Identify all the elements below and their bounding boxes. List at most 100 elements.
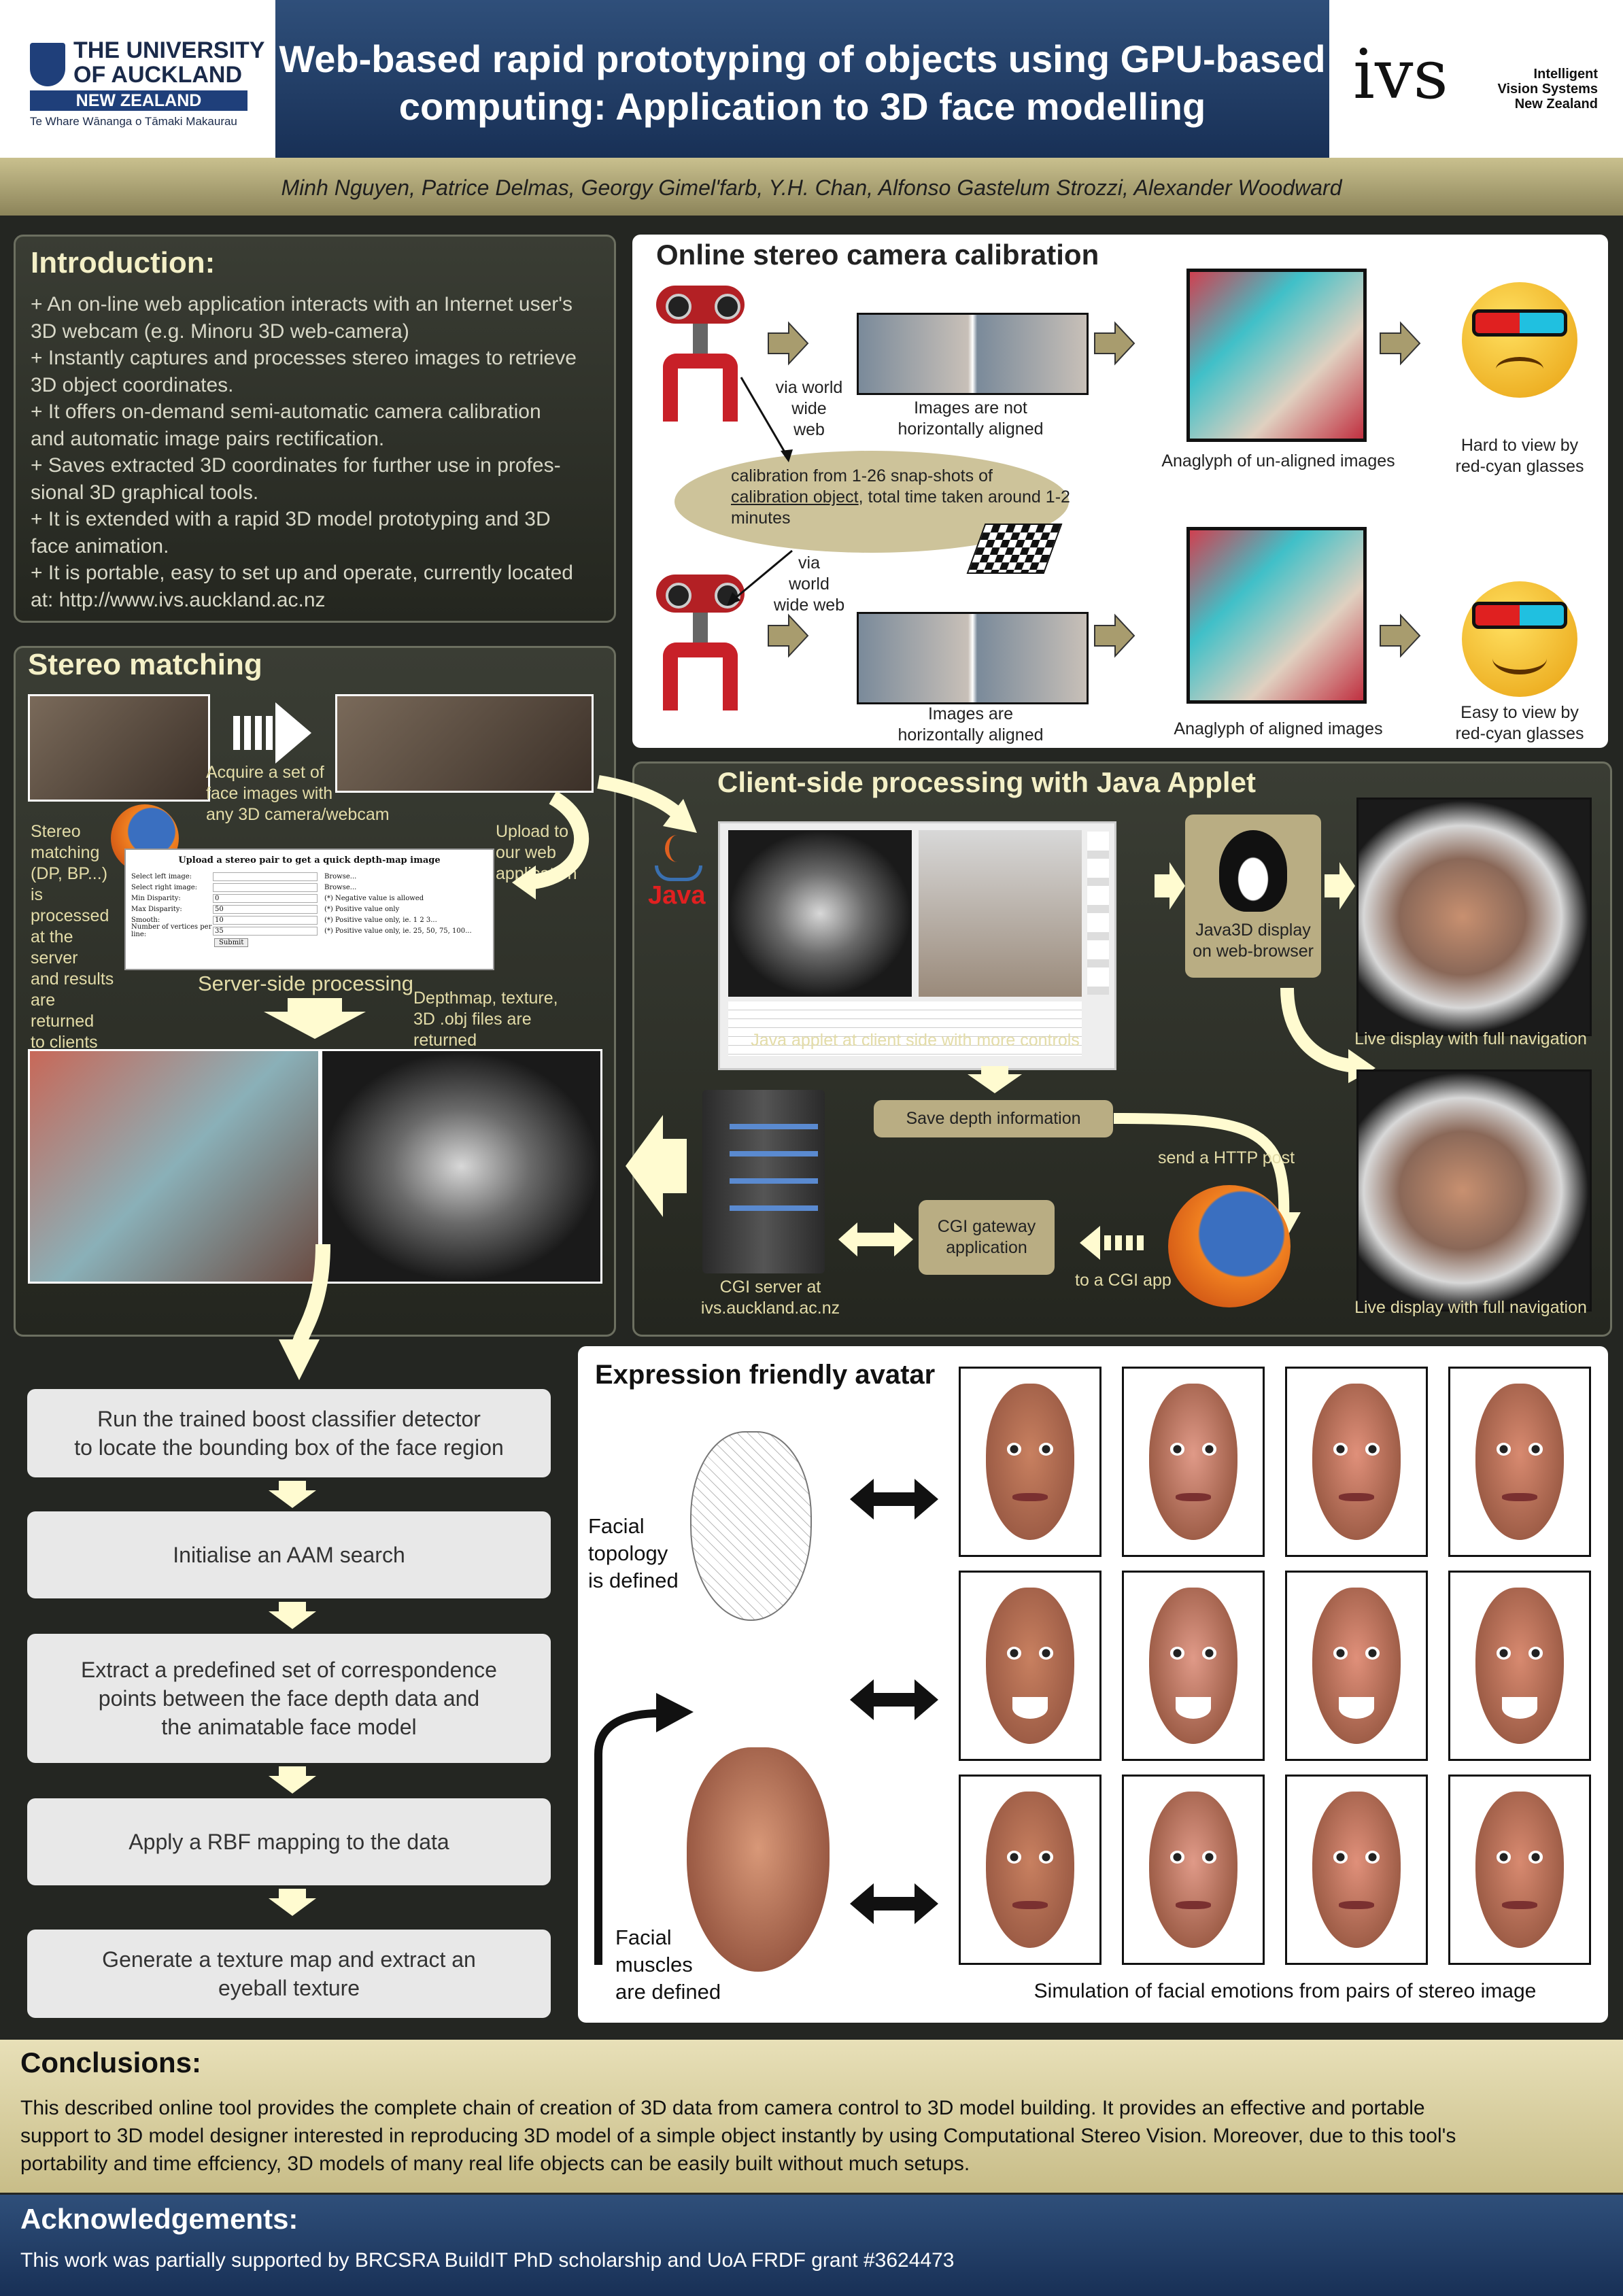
ivs-line2: Vision Systems xyxy=(1497,82,1598,97)
java3d-label: Java3D display on web-browser xyxy=(1193,921,1314,961)
avatar-title: Expression friendly avatar xyxy=(595,1360,936,1390)
form-row-label: Min Disparity: xyxy=(131,894,181,902)
live-3d-display-1 xyxy=(1356,798,1592,1036)
curved-arrow-icon xyxy=(597,775,697,833)
ellipse-line1: calibration from 1-26 snap-shots of xyxy=(731,466,993,485)
introduction-line: + Saves extracted 3D coordinates for fur… xyxy=(31,454,561,477)
live-display-label-2: Live display with full navigation xyxy=(1354,1298,1587,1317)
form-row: Select right image: Browse... xyxy=(126,882,493,893)
unaligned-image-pair xyxy=(857,313,1089,395)
introduction-line: at: http://www.ivs.auckland.ac.nz xyxy=(31,588,326,611)
curved-arrow-icon xyxy=(279,1244,330,1380)
striped-arrow-icon xyxy=(233,702,311,764)
form-row-hint: Browse... xyxy=(324,883,357,891)
easy-to-view-label: Easy to view by red-cyan glasses xyxy=(1455,703,1584,743)
curved-arrow-icon xyxy=(1280,987,1376,1083)
aligned-label: Images are horizontally aligned xyxy=(898,704,1044,744)
striped-arrow-icon xyxy=(1080,1226,1144,1260)
upload-form-title: Upload a stereo pair to get a quick dept… xyxy=(178,855,441,866)
save-depth-box: Save depth information xyxy=(874,1100,1113,1137)
face-mesh-wireframe xyxy=(690,1431,812,1621)
depth-map-image xyxy=(320,1049,602,1284)
form-row-input[interactable] xyxy=(213,883,318,892)
down-arrow-icon xyxy=(269,1766,316,1794)
pipeline-step-1: Run the trained boost classifier detecto… xyxy=(27,1389,551,1477)
arrow-icon xyxy=(768,613,809,658)
emotion-face-image xyxy=(1285,1775,1428,1965)
arrow-line-icon xyxy=(727,549,793,606)
pipeline-step-4: Apply a RBF mapping to the data xyxy=(27,1798,551,1885)
cgi-server-label: CGI server at ivs.auckland.ac.nz xyxy=(700,1278,840,1318)
to-cgi-label: to a CGI app xyxy=(1075,1271,1172,1290)
stereo-matching-panel: Stereo matching Acquire a set of face im… xyxy=(14,646,616,1337)
arrow-icon xyxy=(1380,613,1421,658)
emotion-face-image xyxy=(1448,1775,1591,1965)
form-row-input[interactable]: 50 xyxy=(213,904,318,914)
emotion-face-image xyxy=(959,1775,1101,1965)
tux-icon xyxy=(1219,830,1287,912)
conclusions-title: Conclusions: xyxy=(20,2046,202,2078)
pipeline-step-4-text: Apply a RBF mapping to the data xyxy=(129,1830,449,1854)
java-logo: Java xyxy=(648,835,709,910)
anaglyph-unaligned-label: Anaglyph of un-aligned images xyxy=(1161,451,1395,470)
hard-to-view-label: Hard to view by red-cyan glasses xyxy=(1455,436,1584,476)
lab-photo xyxy=(28,694,210,802)
poster-title: Web-based rapid prototyping of objects u… xyxy=(275,35,1329,131)
form-row-input[interactable] xyxy=(213,872,318,881)
form-row: Max Disparity: 50 (*) Positive value only xyxy=(126,904,493,914)
calibration-panel: Online stereo camera calibration Images … xyxy=(632,235,1608,748)
acknowledgements-title: Acknowledgements: xyxy=(20,2203,298,2235)
acknowledgements-section: Acknowledgements: This work was partiall… xyxy=(0,2195,1623,2296)
pipeline-step-2: Initialise an AAM search xyxy=(27,1511,551,1598)
aligned-image-pair xyxy=(857,612,1089,704)
emotion-face-image xyxy=(1448,1367,1591,1557)
university-name-line2: OF AUCKLAND xyxy=(73,62,243,88)
arrow-icon xyxy=(1380,321,1421,366)
ivs-line1: Intelligent xyxy=(1533,67,1598,82)
authors: Minh Nguyen, Patrice Delmas, Georgy Gime… xyxy=(281,175,1342,200)
down-arrow-icon xyxy=(269,1481,316,1508)
conclusions-text: This described online tool provides the … xyxy=(20,2094,1611,2178)
down-arrow-icon xyxy=(269,1889,316,1916)
submit-button[interactable]: Submit xyxy=(214,938,249,947)
introduction-line: face animation. xyxy=(31,534,169,558)
introduction-line: 3D webcam (e.g. Minoru 3D web-camera) xyxy=(31,320,409,343)
double-arrow-icon xyxy=(850,1479,938,1520)
calibration-title: Online stereo camera calibration xyxy=(656,239,1099,271)
applet-caption: Java applet at client side with more con… xyxy=(751,1031,1080,1050)
conclusions-line: portability and time effciency, 3D model… xyxy=(20,2153,970,2175)
arrow-line-icon xyxy=(740,377,793,462)
ellipse-line2b: , total time taken around 1-2 xyxy=(858,487,1070,507)
introduction-line: 3D object coordinates. xyxy=(31,373,234,396)
arrow-icon xyxy=(1094,321,1135,366)
arrow-icon xyxy=(1094,613,1135,658)
server-side-label: Server-side processing xyxy=(198,972,414,995)
form-row: Min Disparity: 0 (*) Negative value is all… xyxy=(126,893,493,904)
arrow-icon xyxy=(1155,862,1185,910)
introduction-line: + It offers on-demand semi-automatic cam… xyxy=(31,400,541,423)
topology-label: Facial topology is defined xyxy=(588,1514,679,1592)
arrow-icon xyxy=(768,321,809,366)
introduction-line: sional 3D graphical tools. xyxy=(31,481,259,504)
form-row-input[interactable]: 0 xyxy=(213,893,318,903)
form-row-label: Number of vertices per line: xyxy=(131,923,212,938)
stereo-matching-title: Stereo matching xyxy=(28,648,262,681)
down-arrow-icon xyxy=(968,1066,1022,1093)
anaglyph-aligned-image xyxy=(1186,527,1367,704)
calibration-object-link: calibration object xyxy=(731,487,859,507)
emotion-face-image xyxy=(1122,1571,1265,1761)
ivs-line3: New Zealand xyxy=(1514,97,1598,112)
pipeline-step-2-text: Initialise an AAM search xyxy=(173,1543,405,1567)
client-side-panel: Client-side processing with Java Applet … xyxy=(632,761,1612,1337)
emotion-face-image xyxy=(1448,1571,1591,1761)
introduction-line: + An on-line web application interacts w… xyxy=(31,293,573,315)
pipeline-step-5-text: Generate a texture map and extract an ey… xyxy=(102,1947,476,2000)
ivs-logo-text: ivs xyxy=(1353,35,1448,114)
form-row-input[interactable]: 35 xyxy=(213,926,318,936)
not-aligned-label: Images are not horizontally aligned xyxy=(898,398,1044,439)
send-http-label: send a HTTP post xyxy=(1158,1148,1295,1167)
upload-form: Upload a stereo pair to get a quick dept… xyxy=(124,849,494,970)
form-row-label: Max Disparity: xyxy=(131,905,182,913)
double-arrow-icon xyxy=(850,1679,938,1720)
form-row-input[interactable]: 10 xyxy=(213,915,318,925)
